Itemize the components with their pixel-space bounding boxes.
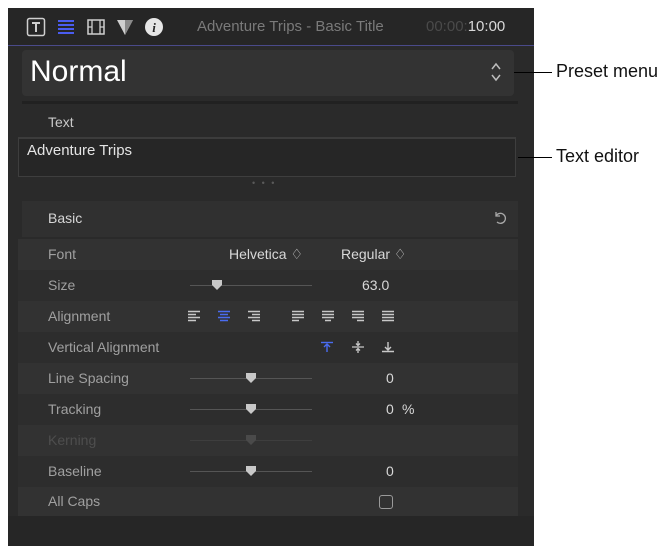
all-caps-checkbox[interactable] (379, 495, 393, 509)
preset-menu-callout: Preset menu (556, 61, 659, 81)
alignment-row: Alignment (18, 301, 518, 332)
tracking-value[interactable]: 0 (386, 401, 394, 417)
text-inspector-icon[interactable] (26, 17, 46, 37)
bottom-bar (8, 516, 534, 546)
baseline-value[interactable]: 0 (386, 463, 394, 479)
line-spacing-value[interactable]: 0 (386, 370, 394, 386)
align-middle-icon[interactable] (351, 341, 365, 353)
justify-left-icon[interactable] (291, 310, 305, 322)
kerning-row: Kerning (18, 425, 518, 456)
baseline-row: Baseline 0 (18, 456, 518, 487)
justify-center-icon[interactable] (321, 310, 335, 322)
basic-section-header[interactable]: Basic (22, 201, 518, 237)
align-center-icon[interactable] (217, 310, 231, 322)
paragraph-icon[interactable] (56, 17, 76, 37)
kerning-slider-knob (246, 435, 256, 445)
all-caps-row: All Caps (18, 487, 518, 516)
font-style-popup[interactable]: Regular ♢ (341, 246, 406, 263)
align-top-icon[interactable] (320, 341, 334, 353)
filter-icon[interactable] (115, 17, 135, 37)
align-right-icon[interactable] (247, 310, 261, 322)
clip-duration: 00:00:10:00 (426, 18, 506, 35)
vertical-alignment-label: Vertical Alignment (48, 339, 160, 355)
tracking-row: Tracking 0 % (18, 394, 518, 425)
preset-menu-label: Normal (30, 55, 127, 88)
line-spacing-slider-knob[interactable] (245, 372, 257, 384)
line-spacing-row: Line Spacing 0 (18, 363, 518, 394)
size-slider-knob[interactable] (211, 279, 223, 291)
svg-text:i: i (152, 20, 156, 35)
text-editor[interactable]: Adventure Trips (18, 137, 516, 177)
text-section-label: Text (48, 114, 74, 130)
tracking-label: Tracking (48, 401, 102, 417)
updown-arrows-icon (491, 62, 501, 82)
line-spacing-label: Line Spacing (48, 370, 129, 386)
size-slider-track[interactable] (190, 285, 312, 286)
tracking-slider-knob[interactable] (245, 403, 257, 415)
basic-section-label: Basic (48, 210, 83, 226)
align-left-icon[interactable] (187, 310, 201, 322)
film-icon[interactable] (86, 17, 106, 37)
font-row: Font Helvetica ♢ Regular ♢ (18, 239, 518, 270)
text-editor-callout-line (518, 157, 552, 158)
all-caps-label: All Caps (48, 493, 101, 509)
preset-menu-callout-line (514, 72, 552, 73)
reset-icon[interactable] (492, 210, 508, 226)
kerning-label: Kerning (48, 432, 97, 448)
divider (22, 101, 518, 104)
align-bottom-icon[interactable] (381, 341, 395, 353)
text-inspector-panel: i Adventure Trips - Basic Title 00:00:10… (8, 8, 534, 546)
baseline-slider-knob[interactable] (245, 465, 257, 477)
justify-full-icon[interactable] (381, 310, 395, 322)
size-value[interactable]: 63.0 (362, 277, 389, 293)
info-icon[interactable]: i (144, 17, 164, 37)
baseline-label: Baseline (48, 463, 102, 479)
alignment-label: Alignment (48, 308, 111, 324)
text-editor-callout: Text editor (556, 146, 640, 166)
justify-right-icon[interactable] (351, 310, 365, 322)
inspector-toolbar: i Adventure Trips - Basic Title 00:00:10… (8, 8, 534, 46)
size-row: Size 63.0 (18, 270, 518, 301)
tracking-unit: % (402, 401, 415, 417)
preset-menu[interactable]: Normal (22, 50, 514, 96)
font-label: Font (48, 246, 77, 262)
size-label: Size (48, 277, 76, 293)
font-family-popup[interactable]: Helvetica ♢ (229, 246, 303, 263)
clip-title: Adventure Trips - Basic Title (197, 18, 384, 35)
vertical-alignment-row: Vertical Alignment (18, 332, 518, 363)
text-editor-value: Adventure Trips (27, 142, 133, 159)
resize-handle[interactable]: • • • (252, 178, 276, 188)
